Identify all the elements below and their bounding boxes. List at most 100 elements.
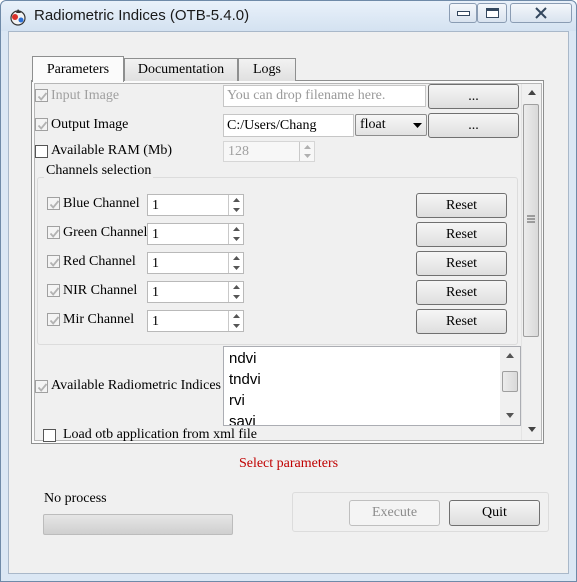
spin-down-icon — [303, 154, 311, 159]
nir-channel-checkbox[interactable] — [47, 284, 60, 297]
green-channel-checkbox[interactable] — [47, 226, 60, 239]
list-item[interactable]: rvi — [229, 392, 245, 409]
checkmark-icon — [37, 383, 48, 392]
parameters-scroll-thumb[interactable] — [523, 104, 539, 337]
tab-documentation[interactable]: Documentation — [124, 58, 238, 81]
spin-down-icon — [232, 324, 240, 328]
checkmark-icon — [37, 121, 48, 130]
mir-channel-reset-button[interactable]: Reset — [416, 309, 507, 334]
nir-channel-spinbox[interactable]: 1 — [147, 281, 244, 303]
close-button[interactable] — [510, 3, 572, 23]
nir-channel-value: 1 — [152, 285, 159, 300]
scroll-up-icon — [506, 353, 514, 358]
spin-buttons[interactable] — [228, 253, 243, 273]
ram-label: Available RAM (Mb) — [51, 143, 173, 158]
output-image-browse-button[interactable]: ... — [428, 113, 519, 138]
tab-logs[interactable]: Logs — [238, 58, 296, 81]
load-xml-checkbox[interactable] — [43, 429, 56, 442]
chevron-down-icon — [413, 123, 422, 128]
mir-channel-label: Mir Channel — [63, 312, 135, 327]
spin-up-icon — [232, 256, 240, 260]
scroll-down-icon — [506, 413, 514, 418]
input-image-browse-button[interactable]: ... — [428, 84, 519, 109]
output-image-checkbox[interactable] — [35, 118, 48, 131]
checkmark-icon — [49, 258, 60, 267]
spin-down-icon — [232, 208, 240, 212]
scroll-down-icon — [528, 427, 536, 432]
mir-channel-value: 1 — [152, 314, 159, 329]
minimize-button[interactable] — [449, 3, 477, 23]
ram-spin-buttons[interactable] — [299, 142, 314, 161]
spin-buttons[interactable] — [228, 195, 243, 215]
ram-spinbox[interactable]: 128 — [223, 141, 315, 162]
execute-button[interactable]: Execute — [349, 500, 440, 526]
spin-down-icon — [232, 237, 240, 241]
blue-channel-spinbox[interactable]: 1 — [147, 194, 244, 216]
red-channel-reset-button[interactable]: Reset — [416, 251, 507, 276]
spin-up-icon — [232, 314, 240, 318]
green-channel-value: 1 — [152, 227, 159, 242]
maximize-icon — [485, 8, 499, 18]
spin-buttons[interactable] — [228, 224, 243, 244]
indices-listbox[interactable]: ndvi tndvi rvi savi — [223, 346, 521, 426]
status-message: Select parameters — [238, 456, 339, 471]
blue-channel-value: 1 — [152, 198, 159, 213]
indices-scroll-thumb[interactable] — [502, 371, 518, 392]
input-image-checkbox[interactable] — [35, 89, 48, 102]
checkmark-icon — [49, 287, 60, 296]
red-channel-checkbox[interactable] — [47, 255, 60, 268]
ram-checkbox[interactable] — [35, 145, 48, 158]
list-item[interactable]: savi — [229, 413, 256, 425]
checkmark-icon — [49, 229, 60, 238]
load-xml-label: Load otb application from xml file — [63, 427, 258, 442]
progress-bar — [43, 514, 233, 535]
list-item[interactable]: ndvi — [229, 350, 257, 367]
spin-up-icon — [232, 227, 240, 231]
indices-label: Available Radiometric Indices — [51, 378, 222, 393]
quit-button[interactable]: Quit — [449, 500, 540, 526]
list-item[interactable]: tndvi — [229, 371, 261, 388]
otb-app-icon — [9, 8, 27, 26]
output-type-value: float — [360, 117, 386, 132]
window-title: Radiometric Indices (OTB-5.4.0) — [34, 7, 250, 24]
spin-down-icon — [232, 266, 240, 270]
green-channel-reset-button[interactable]: Reset — [416, 222, 507, 247]
output-image-field[interactable]: C:/Users/Chang — [223, 114, 354, 137]
indices-scrollbar[interactable] — [500, 347, 520, 425]
grip-icon — [527, 215, 535, 223]
green-channel-spinbox[interactable]: 1 — [147, 223, 244, 245]
output-type-select[interactable]: float — [355, 114, 427, 136]
ram-value: 128 — [228, 144, 249, 159]
progress-label: No process — [44, 491, 107, 506]
blue-channel-reset-button[interactable]: Reset — [416, 193, 507, 218]
green-channel-label: Green Channel — [63, 225, 148, 240]
spin-up-icon — [232, 198, 240, 202]
checkmark-icon — [49, 316, 60, 325]
mir-channel-checkbox[interactable] — [47, 313, 60, 326]
nir-channel-label: NIR Channel — [63, 283, 138, 298]
spin-down-icon — [232, 295, 240, 299]
close-icon — [535, 7, 547, 19]
mir-channel-spinbox[interactable]: 1 — [147, 310, 244, 332]
channels-selection-title: Channels selection — [44, 163, 154, 179]
spin-up-icon — [303, 144, 311, 149]
red-channel-value: 1 — [152, 256, 159, 271]
red-channel-spinbox[interactable]: 1 — [147, 252, 244, 274]
tab-parameters[interactable]: Parameters — [32, 56, 124, 82]
output-image-label: Output Image — [51, 117, 129, 132]
blue-channel-checkbox[interactable] — [47, 197, 60, 210]
minimize-icon — [456, 10, 470, 16]
blue-channel-label: Blue Channel — [63, 196, 140, 211]
input-image-label: Input Image — [51, 88, 120, 103]
red-channel-label: Red Channel — [63, 254, 136, 269]
maximize-button[interactable] — [477, 3, 507, 23]
scroll-up-icon — [528, 90, 536, 95]
title-bar[interactable]: Radiometric Indices (OTB-5.4.0) — [1, 1, 576, 31]
spin-up-icon — [232, 285, 240, 289]
nir-channel-reset-button[interactable]: Reset — [416, 280, 507, 305]
input-image-field[interactable]: You can drop filename here. — [223, 85, 426, 107]
spin-buttons[interactable] — [228, 311, 243, 331]
spin-buttons[interactable] — [228, 282, 243, 302]
checkmark-icon — [49, 200, 60, 209]
indices-checkbox[interactable] — [35, 380, 48, 393]
